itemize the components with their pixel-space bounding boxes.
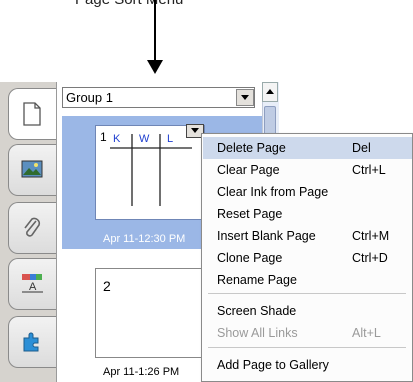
menu-item-add-page-to-gallery[interactable]: Add Page to Gallery: [203, 354, 412, 376]
page-context-menu: Delete Page Del Clear Page Ctrl+L Clear …: [201, 133, 413, 382]
menu-item-reset-page[interactable]: Reset Page: [203, 203, 412, 225]
scroll-up-icon[interactable]: [262, 82, 278, 102]
menu-item-rename-page[interactable]: Rename Page: [203, 269, 412, 291]
menu-item-shortcut: Ctrl+L: [352, 163, 386, 177]
tab-add-ons[interactable]: [8, 316, 57, 368]
tab-gallery[interactable]: [8, 144, 57, 196]
menu-item-delete-page[interactable]: Delete Page Del: [203, 137, 412, 159]
menu-item-label: Show All Links: [217, 326, 298, 340]
column-letter-w: W: [139, 133, 150, 145]
properties-icon: A: [22, 274, 43, 293]
page-sorter-icon: [23, 102, 41, 126]
tab-attachments[interactable]: [8, 202, 57, 254]
callout-arrow-shaft: [154, 0, 156, 62]
menu-item-shortcut: Ctrl+M: [352, 229, 390, 243]
column-letter-k: K: [113, 133, 121, 145]
tab-properties[interactable]: A: [8, 258, 57, 310]
menu-separator: [208, 347, 406, 348]
menu-separator: [208, 293, 406, 294]
page-number-2: 2: [103, 278, 111, 294]
puzzle-piece-icon: [23, 332, 39, 352]
menu-item-shortcut: Del: [352, 141, 371, 155]
menu-item-clear-ink[interactable]: Clear Ink from Page: [203, 181, 412, 203]
menu-item-label: Rename Page: [217, 273, 297, 287]
svg-text:A: A: [29, 281, 37, 293]
callout-caption: Page Sort Menu: [75, 0, 183, 8]
menu-item-insert-blank-page[interactable]: Insert Blank Page Ctrl+M: [203, 225, 412, 247]
paperclip-icon: [24, 217, 41, 237]
tab-page-sorter[interactable]: [8, 88, 59, 140]
menu-item-label: Delete Page: [217, 141, 286, 155]
page-number-1: 1: [100, 130, 107, 144]
page-date-1: Apr 11-12:30 PM: [103, 233, 186, 245]
menu-item-clear-page[interactable]: Clear Page Ctrl+L: [203, 159, 412, 181]
menu-item-clone-page[interactable]: Clone Page Ctrl+D: [203, 247, 412, 269]
group-select-dropdown-icon[interactable]: [236, 89, 254, 106]
group-select-value: Group 1: [66, 90, 113, 105]
callout-arrow-head-icon: [147, 60, 163, 74]
page-thumbnail-1[interactable]: K W L: [95, 125, 205, 220]
page-thumbnail-2[interactable]: [95, 268, 205, 358]
menu-item-label: Clear Ink from Page: [217, 185, 329, 199]
page-date-2: Apr 11-1:26 PM: [103, 366, 180, 378]
menu-item-label: Insert Blank Page: [217, 229, 316, 243]
menu-item-shortcut: Ctrl+D: [352, 251, 388, 265]
menu-item-show-all-links: Show All Links Alt+L: [203, 322, 412, 344]
menu-item-shortcut: Alt+L: [352, 326, 381, 340]
menu-item-label: Screen Shade: [217, 304, 297, 318]
menu-item-label: Add Page to Gallery: [217, 358, 329, 372]
menu-item-label: Reset Page: [217, 207, 283, 221]
menu-item-label: Clone Page: [217, 251, 283, 265]
menu-item-label: Clear Page: [217, 163, 280, 177]
menu-item-screen-shade[interactable]: Screen Shade: [203, 300, 412, 322]
column-letter-l: L: [167, 133, 174, 145]
gallery-icon: [21, 160, 43, 178]
side-tab-strip: A: [0, 82, 59, 382]
